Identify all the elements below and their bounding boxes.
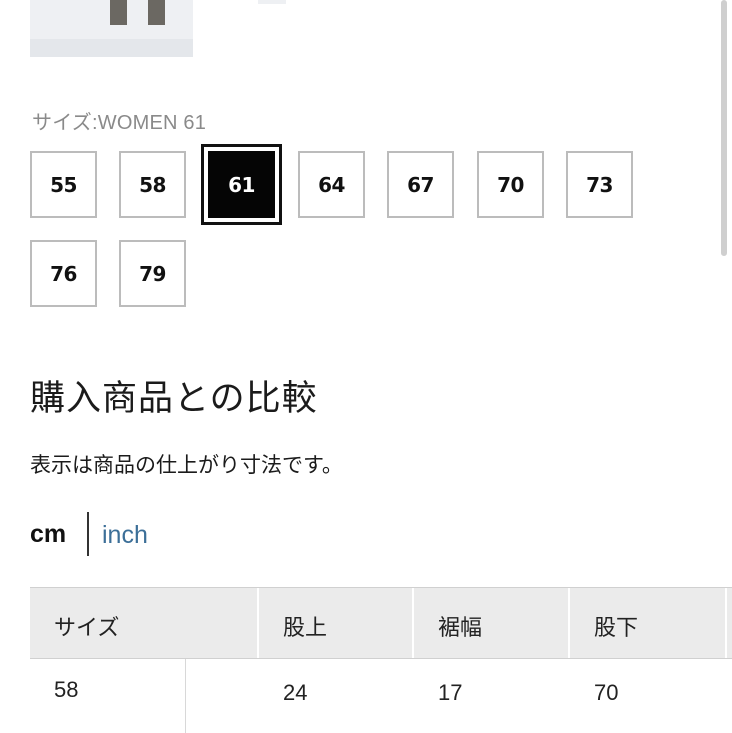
table-header-overflow bbox=[727, 588, 732, 658]
product-thumbnail-2[interactable] bbox=[258, 0, 286, 4]
table-header-size: サイズ bbox=[30, 588, 257, 658]
product-thumbnail[interactable] bbox=[30, 0, 193, 57]
size-button-label: 73 bbox=[586, 172, 613, 197]
size-button-64[interactable]: 64 bbox=[298, 151, 365, 218]
size-button-label: 64 bbox=[318, 172, 345, 197]
thumbnail-leg-right bbox=[148, 0, 165, 25]
size-button-label: 55 bbox=[50, 172, 77, 197]
table-cell-inseam: 70 bbox=[570, 659, 725, 733]
size-button-label: 61 bbox=[228, 172, 255, 197]
table-cell-hem-width: 17 bbox=[414, 659, 568, 733]
thumbnail-leg-left bbox=[110, 0, 127, 25]
table-header-rise: 股上 bbox=[259, 588, 412, 658]
size-label: サイズ:WOMEN 61 bbox=[32, 112, 207, 134]
size-button-76[interactable]: 76 bbox=[30, 240, 97, 307]
size-button-61-selected[interactable]: 61 bbox=[201, 144, 282, 225]
size-button-label: 67 bbox=[407, 172, 434, 197]
size-comparison-table: サイズ 股上 裾幅 股下 58 24 17 70 bbox=[30, 587, 732, 733]
comparison-heading: 購入商品との比較 bbox=[30, 379, 318, 419]
table-cell-rise: 24 bbox=[259, 659, 412, 733]
size-button-label: 79 bbox=[139, 261, 166, 286]
table-header-inseam: 股下 bbox=[570, 588, 725, 658]
table-header-hem-width: 裾幅 bbox=[414, 588, 568, 658]
table-cell-size: 58 bbox=[30, 659, 185, 733]
size-button-79[interactable]: 79 bbox=[119, 240, 186, 307]
size-button-label: 70 bbox=[497, 172, 524, 197]
dimension-note: 表示は商品の仕上がり寸法です。 bbox=[30, 453, 343, 477]
size-button-label: 58 bbox=[139, 172, 166, 197]
unit-inch-link[interactable]: inch bbox=[102, 521, 148, 550]
size-button-55[interactable]: 55 bbox=[30, 151, 97, 218]
size-button-67[interactable]: 67 bbox=[387, 151, 454, 218]
size-button-label: 76 bbox=[50, 261, 77, 286]
table-column-divider bbox=[185, 659, 186, 733]
unit-divider bbox=[87, 512, 89, 556]
size-button-73[interactable]: 73 bbox=[566, 151, 633, 218]
size-button-58[interactable]: 58 bbox=[119, 151, 186, 218]
size-button-selected-fill: 61 bbox=[208, 151, 275, 218]
thumbnail-floor bbox=[30, 39, 193, 57]
size-button-70[interactable]: 70 bbox=[477, 151, 544, 218]
unit-cm-active[interactable]: cm bbox=[30, 520, 66, 549]
scrollbar[interactable] bbox=[721, 0, 727, 256]
